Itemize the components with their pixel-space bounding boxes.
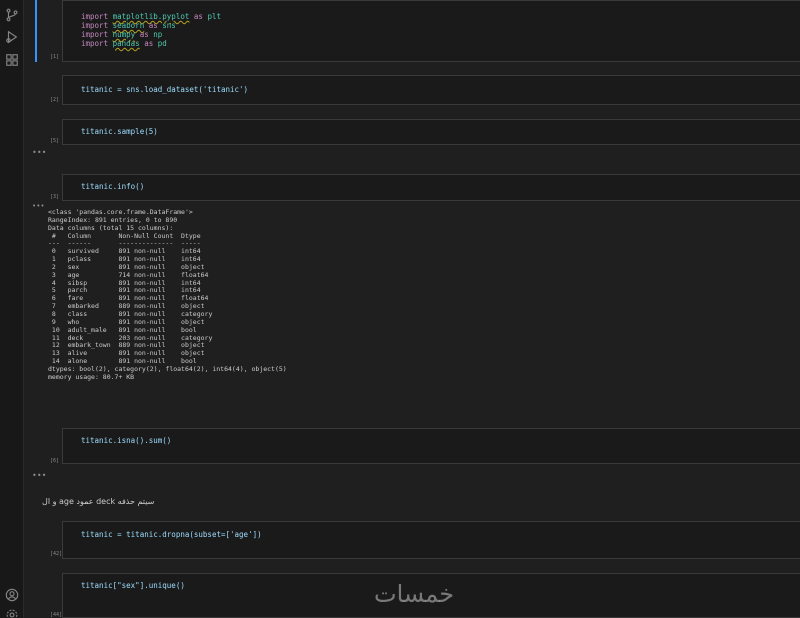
code-line: import seaborn as sns <box>81 21 176 30</box>
execution-count: [42] <box>50 551 63 557</box>
cell-editor[interactable]: titanic.isna().sum() <box>62 428 800 464</box>
code-cell[interactable]: titanic.isna().sum() [6] <box>42 428 800 464</box>
cell-focus-indicator <box>35 0 37 62</box>
execution-count: [5] <box>50 138 60 144</box>
extensions-icon[interactable] <box>5 53 19 67</box>
code-cell[interactable]: import matplotlib.pyplot as plt import s… <box>35 0 800 62</box>
cell-editor[interactable]: titanic.sample(5) <box>62 119 800 145</box>
output-menu-icon[interactable]: ••• <box>32 202 45 210</box>
code-line: titanic.info() <box>81 182 145 191</box>
source-control-icon[interactable] <box>5 8 19 22</box>
collapsed-output-indicator[interactable]: ••• <box>32 471 46 480</box>
code-line: titanic.sample(5) <box>81 127 158 136</box>
code-cell[interactable]: titanic.info() [3] <box>42 174 800 201</box>
settings-icon[interactable] <box>5 608 19 618</box>
account-icon[interactable] <box>5 588 19 602</box>
cell-editor[interactable]: titanic = titanic.dropna(subset=['age']) <box>62 521 800 559</box>
code-cell[interactable]: titanic = titanic.dropna(subset=['age'])… <box>42 521 800 559</box>
watermark-logo: خمسات <box>374 580 455 608</box>
code-line: titanic = sns.load_dataset('titanic') <box>81 85 249 94</box>
code-line: import pandas as pd <box>81 39 167 48</box>
markdown-cell[interactable]: سيتم حذفه deck عمود age و ال <box>42 497 154 506</box>
cell-editor[interactable]: titanic = sns.load_dataset('titanic') <box>62 75 800 105</box>
notebook-editor: import matplotlib.pyplot as plt import s… <box>24 0 800 618</box>
cell-output: <class 'pandas.core.frame.DataFrame'> Ra… <box>48 208 287 381</box>
run-debug-icon[interactable] <box>5 30 19 44</box>
code-cell[interactable]: titanic.sample(5) [5] <box>42 119 800 145</box>
execution-count: [6] <box>50 458 60 464</box>
code-line: import matplotlib.pyplot as plt <box>81 12 221 21</box>
code-cell[interactable]: titanic = sns.load_dataset('titanic') [2… <box>42 75 800 105</box>
execution-count: [44] <box>50 612 63 618</box>
cell-editor[interactable]: import matplotlib.pyplot as plt import s… <box>62 0 800 62</box>
code-line: titanic = titanic.dropna(subset=['age']) <box>81 530 262 539</box>
collapsed-output-indicator[interactable]: ••• <box>32 148 46 157</box>
execution-count: [1] <box>50 54 60 60</box>
execution-count: [3] <box>50 194 60 200</box>
code-line: titanic.isna().sum() <box>81 436 172 445</box>
activity-bar <box>0 0 24 618</box>
code-line: import numpy as np <box>81 30 163 39</box>
execution-count: [2] <box>50 97 60 103</box>
cell-editor[interactable]: titanic.info() <box>62 174 800 201</box>
